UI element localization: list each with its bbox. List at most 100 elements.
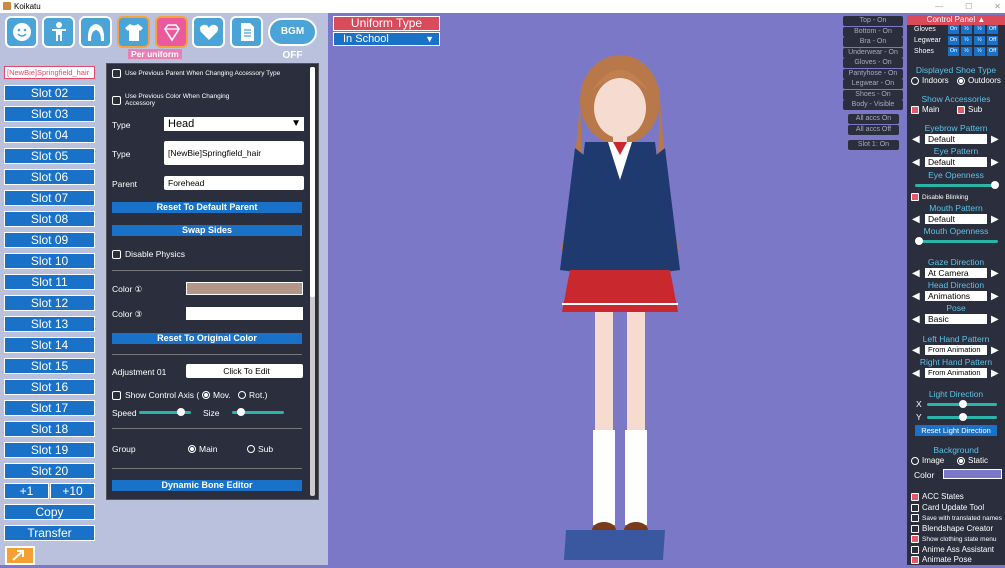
axis-move-radio[interactable]: Mov. [202,390,231,400]
show-main-checkbox[interactable]: Main [911,105,939,114]
clothing-state-button[interactable]: Legwear - On [843,79,903,89]
show-sub-checkbox[interactable]: Sub [957,105,982,114]
bgm-off-button[interactable]: BGM OFF [268,18,317,61]
accessory-slot-button[interactable]: Slot 14 [4,337,95,353]
gaze-prev-icon[interactable]: ◀ [912,268,920,279]
pose-prev-icon[interactable]: ◀ [912,314,920,325]
size-slider[interactable] [232,408,284,416]
accessory-slot-button[interactable]: Slot 04 [4,127,95,143]
accessory-slot-button[interactable]: Slot 05 [4,148,95,164]
eye-next-icon[interactable]: ▶ [991,157,999,168]
all-accs-off-button[interactable]: All accs Off [848,125,899,135]
pose-select[interactable]: Basic [925,314,987,324]
click-to-edit-button[interactable]: Click To Edit [186,364,303,378]
accessory-slot-button[interactable]: Slot 11 [4,274,95,290]
control-panel-title[interactable]: Control Panel ▲ [907,15,1005,25]
accessory-slot-button[interactable]: Slot 03 [4,106,95,122]
right-hand-select[interactable]: From Animation [925,368,987,378]
eye-prev-icon[interactable]: ◀ [912,157,920,168]
clothing-state-button[interactable]: Body - Visible [843,100,903,110]
accessory-slot-button[interactable]: Slot 17 [4,400,95,416]
lhand-next-icon[interactable]: ▶ [991,345,999,356]
mouth-openness-slider[interactable] [915,237,998,245]
save-translated-checkbox[interactable]: Save with translated names [911,514,1002,522]
show-control-axis-checkbox[interactable]: Show Control Axis ( [112,390,199,400]
accessory-slot-button[interactable]: Slot 18 [4,421,95,437]
transfer-button[interactable]: Transfer [4,525,95,541]
face-tab-button[interactable] [5,16,38,48]
slider-knob[interactable] [991,181,999,189]
reset-color-button[interactable]: Reset To Original Color [112,333,302,344]
clothing-state-button[interactable]: Bra - On [843,37,903,47]
accessory-type-field[interactable]: [NewBie]Springfield_hair [164,141,304,165]
head-prev-icon[interactable]: ◀ [912,291,920,302]
accessory-slot-button[interactable]: Slot 16 [4,379,95,395]
rhand-prev-icon[interactable]: ◀ [912,368,920,379]
clothing-state-button[interactable]: Underwear - On [843,47,903,58]
accessory-slot-button[interactable]: Slot 06 [4,169,95,185]
color1-swatch[interactable] [186,282,303,295]
slider-knob[interactable] [915,237,923,245]
copy-button[interactable]: Copy [4,504,95,520]
accessory-slot-button[interactable]: Slot 12 [4,295,95,311]
accessory-slot-button[interactable]: Slot 19 [4,442,95,458]
clothing-state-button[interactable]: Gloves - On [843,58,903,68]
eyebrow-select[interactable]: Default [925,134,987,144]
use-prev-color-checkbox[interactable]: Use Previous Color When Changing Accesso… [112,93,252,107]
accessory-slot-button[interactable]: Slot 07 [4,190,95,206]
minimize-button[interactable]: — [935,0,943,13]
add-ten-slots-button[interactable]: +10 [50,483,95,499]
maximize-button[interactable]: ☐ [965,0,972,13]
uniform-type-dropdown[interactable]: In School ▼ [333,32,440,46]
slider-knob[interactable] [177,408,185,416]
expand-arrow-button[interactable] [5,546,35,565]
animate-pose-checkbox[interactable]: Animate Pose [911,555,972,564]
cp-state-toggle[interactable]: ½ [974,25,985,34]
system-tab-button[interactable] [230,16,263,48]
slider-knob[interactable] [959,413,967,421]
accessory-slot-button[interactable]: Slot 20 [4,463,95,479]
disable-blinking-checkbox[interactable]: Disable Blinking [911,193,968,201]
bg-image-radio[interactable]: Image [911,456,944,465]
axis-rotate-radio[interactable]: Rot.) [238,390,267,400]
slider-knob[interactable] [237,408,245,416]
accessory-slot-button[interactable]: Slot 09 [4,232,95,248]
accessory-slot-button[interactable]: Slot 13 [4,316,95,332]
head-direction-select[interactable]: Animations [925,291,987,301]
light-y-slider[interactable] [927,413,997,421]
clothing-state-button[interactable]: Top - On [843,16,903,26]
clothing-state-button[interactable]: Pantyhose - On [843,68,903,79]
bg-static-radio[interactable]: Static [957,456,988,465]
acc-states-checkbox[interactable]: ACC States [911,492,964,501]
all-accs-on-button[interactable]: All accs On [848,114,899,124]
card-update-checkbox[interactable]: Card Update Tool [911,503,984,512]
anime-ass-checkbox[interactable]: Anime Ass Assistant [911,545,994,554]
gaze-select[interactable]: At Camera [925,268,987,278]
accessory-slot-button[interactable]: Slot 08 [4,211,95,227]
panel-scrollbar[interactable] [310,67,315,496]
cp-state-toggle[interactable]: On [948,25,959,34]
light-x-slider[interactable] [927,400,997,408]
clothing-state-button[interactable]: Bottom - On [843,26,903,37]
cp-state-toggle[interactable]: Off [987,47,998,56]
pose-next-icon[interactable]: ▶ [991,314,999,325]
lhand-prev-icon[interactable]: ◀ [912,345,920,356]
parent-field[interactable]: Forehead [164,176,304,190]
selected-accessory-label[interactable]: [NewBie]Springfield_hair [4,66,95,79]
cp-state-toggle[interactable]: ½ [974,36,985,45]
gaze-next-icon[interactable]: ▶ [991,268,999,279]
color3-swatch[interactable] [186,307,303,320]
accessory-slot-button[interactable]: Slot 10 [4,253,95,269]
clothing-state-button[interactable]: Shoes - On [843,89,903,100]
eye-pattern-select[interactable]: Default [925,157,987,167]
swap-sides-button[interactable]: Swap Sides [112,225,302,236]
slider-knob[interactable] [959,400,967,408]
cp-state-toggle[interactable]: ½ [961,25,972,34]
indoors-radio[interactable]: Indoors [911,76,949,85]
eyebrow-prev-icon[interactable]: ◀ [912,134,920,145]
use-prev-parent-checkbox[interactable]: Use Previous Parent When Changing Access… [112,69,302,78]
accessory-tab-button[interactable] [155,16,188,48]
type-dropdown[interactable]: Head ▼ [164,117,304,131]
cp-state-toggle[interactable]: ½ [961,36,972,45]
reset-parent-button[interactable]: Reset To Default Parent [112,202,302,213]
